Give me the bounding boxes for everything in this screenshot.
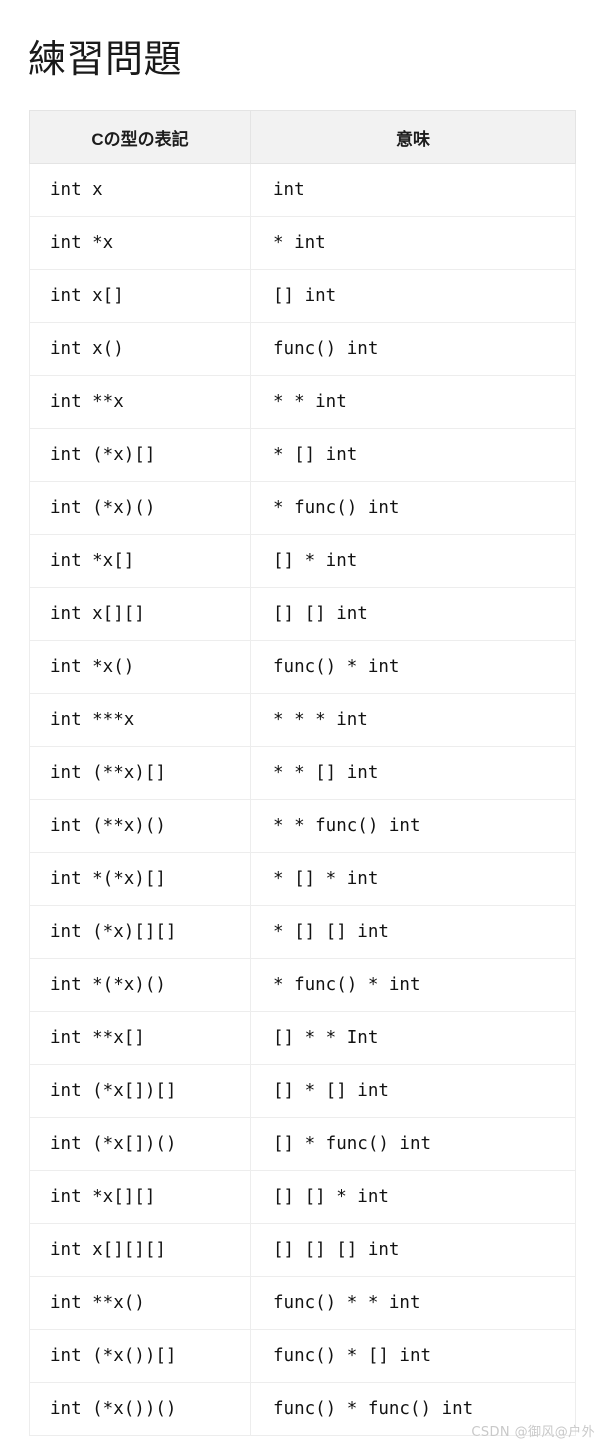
cell-declaration: int (**x)() [29, 799, 251, 853]
cell-declaration: int **x [29, 375, 251, 429]
cell-declaration: int (*x[])() [29, 1117, 251, 1171]
cell-meaning: * * int [250, 375, 576, 429]
cell-declaration: int x() [29, 322, 251, 376]
page-title: 練習問題 [28, 39, 183, 82]
page-root: 練習問題 Cの型の表記 意味 int x int int *x * int int x[… [0, 0, 613, 1454]
cell-declaration: int x [29, 163, 251, 217]
cell-declaration: int (*x())[] [29, 1329, 251, 1383]
c-type-notation-table: Cの型の表記 意味 int x int int *x * int int x[][] i… [29, 110, 576, 1436]
table-row: int ***x * * * int [29, 693, 576, 747]
cell-meaning: * * func() int [250, 799, 576, 853]
cell-declaration: int x[][][] [29, 1223, 251, 1277]
table-row: int x() func() int [29, 322, 576, 376]
cell-declaration: int **x[] [29, 1011, 251, 1065]
table-row: int x int [29, 163, 576, 217]
table-row: int (**x)() * * func() int [29, 799, 576, 853]
cell-meaning: func() * int [250, 640, 576, 694]
cell-meaning: func() * [] int [250, 1329, 576, 1383]
cell-meaning: * func() * int [250, 958, 576, 1012]
cell-declaration: int (*x)[] [29, 428, 251, 482]
cell-meaning: * [] int [250, 428, 576, 482]
table-header: Cの型の表記 意味 [29, 110, 576, 164]
table-row: int **x() func() * * int [29, 1276, 576, 1330]
table-row: int *(*x)() * func() * int [29, 958, 576, 1012]
cell-meaning: * * [] int [250, 746, 576, 800]
cell-declaration: int ***x [29, 693, 251, 747]
cell-meaning: * [] * int [250, 852, 576, 906]
cell-declaration: int (*x[])[] [29, 1064, 251, 1118]
cell-meaning: int [250, 163, 576, 217]
cell-declaration: int *(*x)[] [29, 852, 251, 906]
cell-meaning: func() int [250, 322, 576, 376]
cell-declaration: int *x [29, 216, 251, 270]
table-row: int x[][] int [29, 269, 576, 323]
cell-meaning: * func() int [250, 481, 576, 535]
cell-declaration: int (**x)[] [29, 746, 251, 800]
table-row: int (*x[])[][] * [] int [29, 1064, 576, 1118]
column-header-declaration: Cの型の表記 [29, 110, 251, 164]
table-row: int **x * * int [29, 375, 576, 429]
cell-declaration: int **x() [29, 1276, 251, 1330]
cell-declaration: int x[][] [29, 587, 251, 641]
table-row: int (*x())[] func() * [] int [29, 1329, 576, 1383]
table-row: int *(*x)[] * [] * int [29, 852, 576, 906]
cell-declaration: int *(*x)() [29, 958, 251, 1012]
cell-declaration: int x[] [29, 269, 251, 323]
cell-meaning: [] int [250, 269, 576, 323]
cell-meaning: * [] [] int [250, 905, 576, 959]
table-row: int x[][][] [] int [29, 587, 576, 641]
cell-meaning: [] [] int [250, 587, 576, 641]
cell-meaning: [] * [] int [250, 1064, 576, 1118]
table-row: int *x() func() * int [29, 640, 576, 694]
cell-meaning: * * * int [250, 693, 576, 747]
cell-declaration: int *x[] [29, 534, 251, 588]
cell-declaration: int (*x)[][] [29, 905, 251, 959]
cell-meaning: [] [] [] int [250, 1223, 576, 1277]
cell-meaning: * int [250, 216, 576, 270]
cell-meaning: [] * * Int [250, 1011, 576, 1065]
table-header-row: Cの型の表記 意味 [29, 110, 576, 164]
watermark: CSDN @御风@户外 [471, 1425, 595, 1440]
table-row: int **x[][] * * Int [29, 1011, 576, 1065]
table-row: int *x[][][] [] * int [29, 1170, 576, 1224]
table-row: int x[][][][] [] [] int [29, 1223, 576, 1277]
cell-declaration: int (*x)() [29, 481, 251, 535]
cell-declaration: int (*x())() [29, 1382, 251, 1436]
table-row: int (*x)() * func() int [29, 481, 576, 535]
cell-declaration: int *x[][] [29, 1170, 251, 1224]
table-row: int *x * int [29, 216, 576, 270]
cell-meaning: [] * int [250, 534, 576, 588]
table-row: int *x[][] * int [29, 534, 576, 588]
cell-meaning: func() * * int [250, 1276, 576, 1330]
table-row: int (**x)[] * * [] int [29, 746, 576, 800]
table-body: int x int int *x * int int x[][] int int x() f… [29, 163, 576, 1436]
table-row: int (*x[])()[] * func() int [29, 1117, 576, 1171]
column-header-meaning: 意味 [250, 110, 576, 164]
table-row: int (*x)[][] * [] [] int [29, 905, 576, 959]
table-row: int (*x)[] * [] int [29, 428, 576, 482]
cell-meaning: [] [] * int [250, 1170, 576, 1224]
cell-declaration: int *x() [29, 640, 251, 694]
cell-meaning: [] * func() int [250, 1117, 576, 1171]
